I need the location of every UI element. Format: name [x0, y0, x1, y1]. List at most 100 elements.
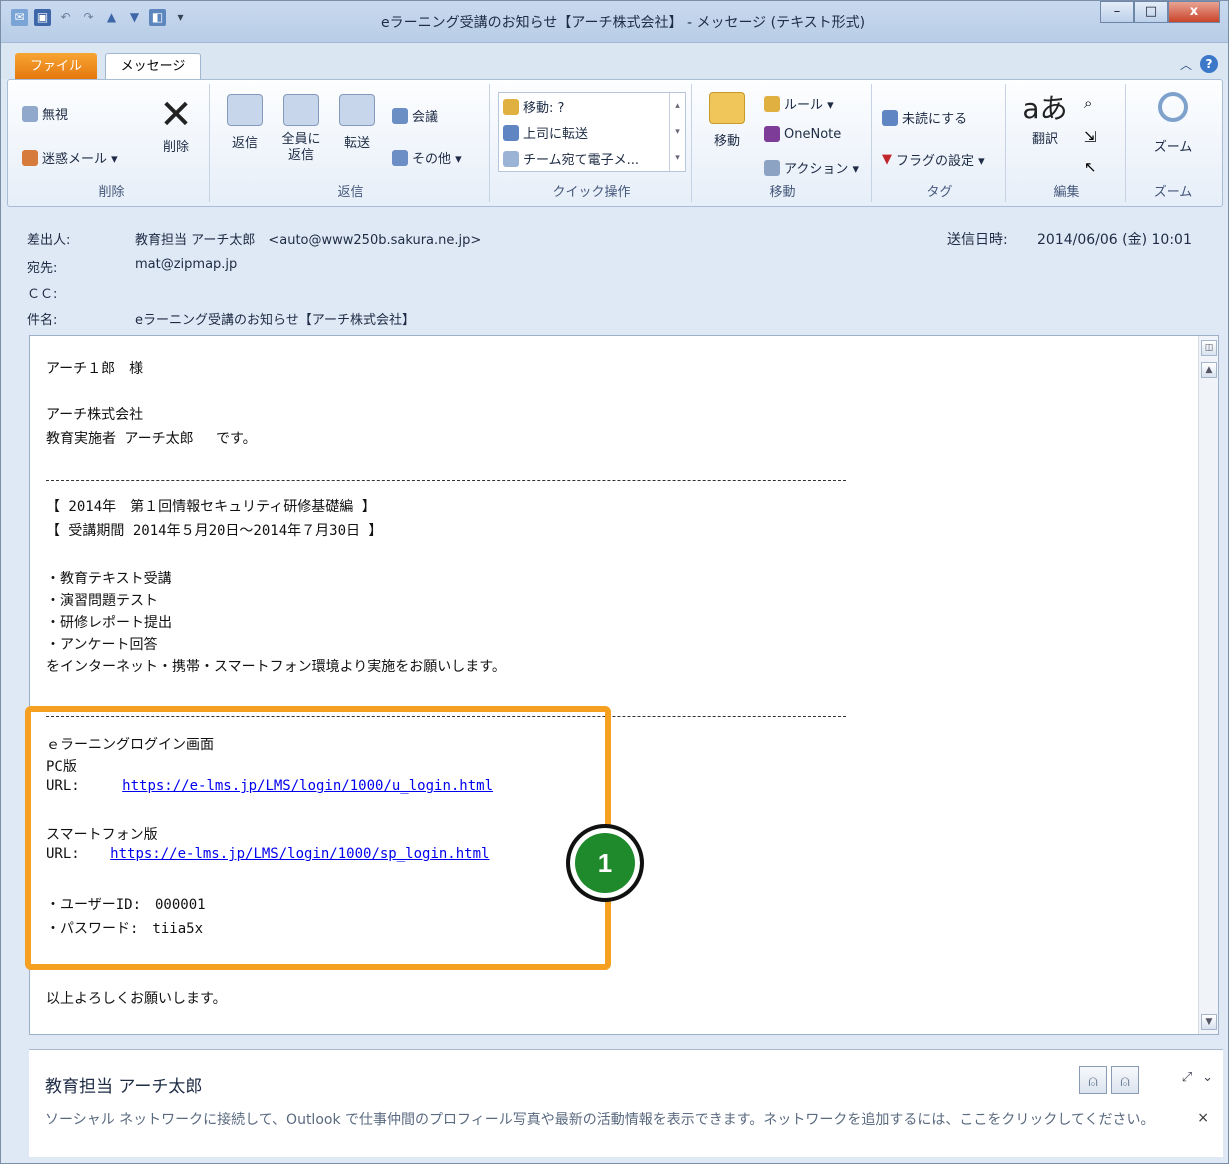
delete-label: 削除 — [162, 140, 189, 155]
message-body[interactable]: アーチ１郎 様 アーチ株式会社 教育実施者 アーチ太郎 です。 【 2014年 … — [25, 335, 1219, 1035]
onenote-icon — [764, 126, 780, 142]
ignore-button[interactable]: 無視 — [22, 104, 68, 123]
scroll-up-button[interactable]: ▲ — [1201, 362, 1217, 378]
team-email-button[interactable]: チーム宛て電子メ... — [503, 149, 639, 168]
junk-label: 迷惑メール ▾ — [42, 152, 118, 167]
flag-label: フラグの設定 ▾ — [896, 154, 985, 169]
move-label: 移動 — [713, 134, 740, 149]
more-icon — [392, 149, 408, 166]
translate-button[interactable]: aあ 翻訳 — [1018, 90, 1072, 147]
close-icon[interactable]: × — [1197, 1110, 1209, 1126]
company-line: アーチ株式会社 — [46, 407, 144, 423]
up-arrow-icon[interactable]: ▲ — [103, 9, 120, 26]
undo-icon[interactable]: ↶ — [57, 9, 74, 26]
course-period: 【 受講期間 2014年５月20日～2014年７月30日 】 — [46, 523, 383, 539]
translate-icon: aあ — [1022, 92, 1068, 125]
group-label-tags: タグ — [926, 185, 953, 200]
more-button[interactable]: その他 ▾ — [392, 148, 462, 167]
rules-icon — [764, 95, 780, 112]
reply-all-icon — [283, 94, 319, 126]
group-reply: 返信 全員に返信 転送 会議 その他 ▾ 返信 — [212, 84, 490, 202]
team-email-label: チーム宛て電子メ... — [523, 153, 640, 168]
people-name: 教育担当 アーチ太郎 — [45, 1077, 203, 1097]
flag-button[interactable]: ▼ フラグの設定 ▾ — [882, 150, 985, 169]
from-value[interactable]: 教育担当 アーチ太郎 <auto@www250b.sakura.ne.jp> — [135, 229, 481, 248]
zoom-button[interactable]: ズーム — [1138, 92, 1208, 155]
delete-x-icon: ✕ — [159, 92, 193, 138]
flag-icon: ▼ — [882, 152, 892, 167]
team-email-icon — [503, 150, 519, 167]
find-icon[interactable]: ⌕ — [1084, 94, 1092, 112]
list-item: ・教育テキスト受講 — [46, 571, 172, 587]
save-icon[interactable]: ▣ — [34, 9, 51, 26]
zoom-magnifier-icon — [1158, 92, 1188, 122]
select-icon[interactable]: ⇲ — [1084, 128, 1097, 146]
group-move: 移動 ルール ▾ OneNote アクション ▾ 移動 — [694, 84, 872, 202]
group-label-reply: 返信 — [337, 185, 364, 200]
people-pane: 教育担当 アーチ太郎 ⍝ ⍝ ⤢ ⌄ ソーシャル ネットワークに接続して、Out… — [29, 1049, 1223, 1157]
collapse-ribbon-icon[interactable]: ︿ — [1180, 56, 1192, 73]
message-header: 差出人: 教育担当 アーチ太郎 <auto@www250b.sakura.ne.… — [7, 209, 1223, 329]
more-label: その他 ▾ — [412, 152, 462, 167]
rules-label: ルール ▾ — [784, 98, 834, 113]
rules-button[interactable]: ルール ▾ — [764, 94, 834, 113]
move-button[interactable]: 移動 — [704, 92, 750, 149]
social-network-info[interactable]: ソーシャル ネットワークに接続して、Outlook で仕事仲間のプロフィール写真… — [45, 1110, 1185, 1130]
quick-steps-gallery: 移動: ? 上司に転送 チーム宛て電子メ... ▴ ▾ ▾ — [498, 92, 686, 172]
avatar[interactable]: ⍝ — [1079, 1066, 1107, 1094]
delete-button[interactable]: ✕ 削除 — [152, 94, 200, 155]
down-arrow-icon[interactable]: ▼ — [126, 9, 143, 26]
body-scrollbar[interactable]: ◫ ▲ ▼ — [1198, 336, 1218, 1034]
step-badge: 1 — [566, 824, 644, 902]
maximize-button[interactable]: □ — [1134, 1, 1168, 23]
meeting-button[interactable]: 会議 — [392, 106, 438, 125]
unread-icon — [882, 109, 898, 126]
junk-icon — [22, 149, 38, 166]
reply-button[interactable]: 返信 — [222, 94, 268, 151]
meeting-icon — [392, 107, 408, 124]
from-label: 差出人: — [27, 233, 71, 248]
gallery-scroll[interactable]: ▴ ▾ ▾ — [669, 93, 685, 171]
redo-icon[interactable]: ↷ — [80, 9, 97, 26]
group-zoom: ズーム ズーム — [1128, 84, 1218, 202]
junk-button[interactable]: 迷惑メール ▾ — [22, 148, 118, 167]
cursor-icon[interactable]: ↖ — [1084, 158, 1097, 176]
ribbon-tabs: ファイル メッセージ ︿ ? — [1, 43, 1228, 81]
sender-line: 教育実施者 アーチ太郎 です。 — [46, 431, 257, 447]
note-icon[interactable]: ◫ — [1201, 340, 1217, 356]
chevron-down-icon[interactable]: ⌄ — [1202, 1070, 1213, 1085]
close-button[interactable]: x — [1168, 1, 1220, 23]
ignore-label: 無視 — [42, 108, 69, 123]
actions-button[interactable]: アクション ▾ — [764, 158, 859, 177]
forward-button[interactable]: 転送 — [334, 94, 380, 151]
customize-toolbar-icon[interactable]: ▾ — [172, 9, 189, 26]
meeting-label: 会議 — [412, 110, 439, 125]
onenote-label: OneNote — [784, 126, 842, 142]
tab-message[interactable]: メッセージ — [105, 53, 201, 81]
onenote-button[interactable]: OneNote — [764, 126, 841, 142]
sent-label: 送信日時: — [947, 232, 1008, 248]
window-title: eラーニング受講のお知らせ【アーチ株式会社】 - メッセージ (テキスト形式) — [381, 15, 866, 31]
quick-move-button[interactable]: 移動: ? — [503, 97, 564, 116]
greeting: アーチ１郎 様 — [46, 361, 144, 377]
minimize-button[interactable]: – — [1100, 1, 1134, 23]
avatar[interactable]: ⍝ — [1111, 1066, 1139, 1094]
to-manager-button[interactable]: 上司に転送 — [503, 123, 588, 142]
request-line: をインターネット・携帯・スマートフォン環境より実施をお願いします。 — [46, 659, 506, 675]
outlook-message-window: ✉ ▣ ↶ ↷ ▲ ▼ ◧ ▾ eラーニング受講のお知らせ【アーチ株式会社】 -… — [0, 0, 1229, 1164]
reply-all-button[interactable]: 全員に返信 — [276, 94, 326, 164]
tab-file[interactable]: ファイル — [15, 53, 97, 80]
mail-icon: ✉ — [11, 9, 28, 26]
group-label-edit: 編集 — [1053, 185, 1080, 200]
mark-unread-button[interactable]: 未読にする — [882, 108, 967, 127]
expand-icon[interactable]: ⤢ — [1182, 1070, 1192, 1085]
list-item: ・演習問題テスト — [46, 593, 158, 609]
to-value[interactable]: mat@zipmap.jp — [135, 257, 237, 272]
print-preview-icon[interactable]: ◧ — [149, 9, 166, 26]
scroll-down-button[interactable]: ▼ — [1201, 1014, 1217, 1030]
help-icon[interactable]: ? — [1200, 55, 1218, 73]
reply-label: 返信 — [231, 136, 258, 151]
ribbon: 無視 迷惑メール ▾ ✕ 削除 削除 返信 全員に返信 転送 会議 その他 ▾ … — [7, 79, 1223, 207]
ignore-icon — [22, 105, 38, 122]
forward-icon — [339, 94, 375, 126]
